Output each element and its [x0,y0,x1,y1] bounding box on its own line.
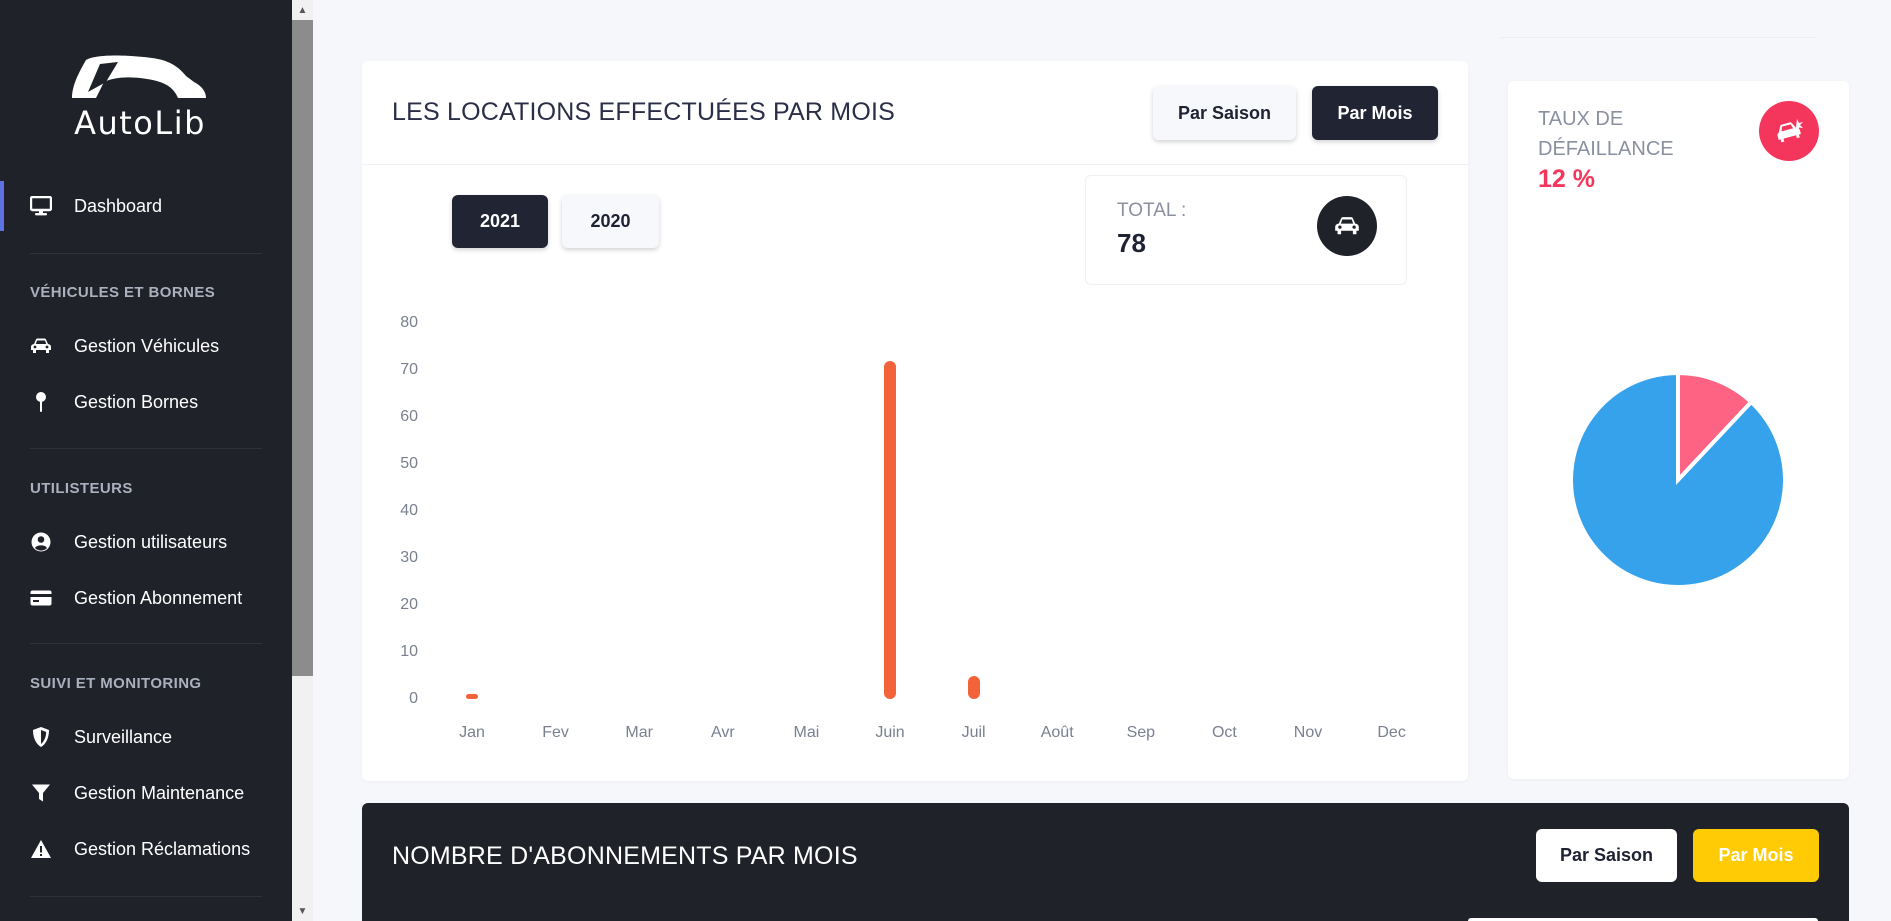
monitor-icon [28,193,54,219]
logo-text: AutoLib [74,104,206,142]
sidebar-item-dashboard[interactable]: Dashboard [0,181,292,231]
sidebar-item-gestion-reclamations[interactable]: Gestion Réclamations [0,824,292,874]
failure-rate-title-line1: TAUX DE [1538,108,1624,130]
x-tick-label: Sep [1126,724,1156,741]
failure-pie-chart [1569,370,1787,589]
x-tick-label: Jan [459,724,485,741]
y-tick-label: 40 [400,502,418,519]
x-tick-label: Avr [710,724,735,741]
x-tick-label: Juil [961,724,986,741]
scrollbar-thumb[interactable] [292,20,313,676]
divider [362,164,1468,165]
x-tick-label: Mar [625,724,653,741]
sidebar-item-gestion-maintenance[interactable]: Gestion Maintenance [0,768,292,818]
divider [30,253,262,254]
autolib-logo[interactable]: AutoLib [60,52,220,152]
pie-slice-ok[interactable] [1569,370,1787,589]
x-tick-label: Nov [1293,724,1323,741]
subs-par-saison-button[interactable]: Par Saison [1536,829,1677,882]
y-tick-label: 50 [400,455,418,472]
year-2021-button[interactable]: 2021 [452,195,548,248]
y-tick-label: 30 [400,549,418,566]
y-tick-label: 60 [400,408,418,425]
par-saison-button[interactable]: Par Saison [1153,86,1296,140]
par-mois-button[interactable]: Par Mois [1312,86,1438,140]
failure-rate-title-line2: DÉFAILLANCE [1538,138,1674,160]
sidebar-item-gestion-abonnement[interactable]: Gestion Abonnement [0,573,292,623]
subscriptions-card-title: NOMBRE D'ABONNEMENTS PAR MOIS [392,842,858,870]
section-title-monitoring: SUIVI ET MONITORING [30,675,202,692]
pin-icon [28,389,54,415]
total-label: TOTAL : [1117,200,1187,221]
sidebar-item-label: Gestion Véhicules [74,335,220,356]
car-icon [1317,196,1377,256]
failure-rate-title: TAUX DE DÉFAILLANCE [1538,104,1674,164]
total-value: 78 [1117,228,1146,258]
sidebar: AutoLib Dashboard VÉHICULES ET BORNES Ge… [0,0,292,921]
bar-jan[interactable] [466,694,478,699]
y-tick-label: 20 [400,596,418,613]
x-tick-label: Fev [542,724,569,741]
sidebar-item-label: Gestion Réclamations [74,838,251,859]
divider [30,448,262,449]
sidebar-item-label: Gestion Abonnement [74,587,243,608]
sidebar-item-gestion-vehicules[interactable]: Gestion Véhicules [0,321,292,371]
credit-card-icon [28,585,54,611]
y-tick-label: 80 [400,314,418,331]
sidebar-item-label: Gestion Maintenance [74,782,245,803]
bar-juil[interactable] [967,675,980,699]
filter-icon [28,780,54,806]
y-tick-label: 70 [400,361,418,378]
x-tick-label: Mai [793,724,820,741]
divider [30,643,262,644]
locations-card [362,61,1468,781]
locations-card-title: LES LOCATIONS EFFECTUÉES PAR MOIS [392,98,895,126]
x-tick-label: Oct [1211,724,1237,741]
x-tick-label: Juin [875,724,905,741]
failure-rate-value: 12 % [1538,165,1595,193]
divider [30,896,262,897]
sidebar-item-label: Dashboard [74,195,163,216]
scroll-up-icon[interactable]: ▲ [292,0,313,20]
section-title-vehicles: VÉHICULES ET BORNES [30,284,216,301]
car-crash-icon [1759,101,1819,161]
year-2020-button[interactable]: 2020 [562,195,659,248]
sidebar-item-label: Surveillance [74,726,173,747]
sidebar-item-surveillance[interactable]: Surveillance [0,712,292,762]
car-logo-icon [72,55,206,98]
sidebar-item-label: Gestion utilisateurs [74,531,228,552]
total-box: TOTAL : 78 [1085,175,1407,285]
y-tick-label: 10 [400,643,418,660]
subs-par-mois-button[interactable]: Par Mois [1693,829,1819,882]
shield-icon [28,724,54,750]
user-circle-icon [28,529,54,555]
car-icon [28,333,54,359]
y-tick-label: 0 [409,690,418,707]
bar-juin[interactable] [884,360,896,699]
sidebar-item-label: Gestion Bornes [74,391,199,412]
warning-icon [28,836,54,862]
sidebar-item-gestion-utilisateurs[interactable]: Gestion utilisateurs [0,517,292,567]
section-title-users: UTILISTEURS [30,480,133,497]
x-tick-label: Dec [1377,724,1406,741]
divider [1500,37,1816,38]
x-tick-label: Août [1040,724,1074,741]
sidebar-item-gestion-bornes[interactable]: Gestion Bornes [0,377,292,427]
scroll-down-icon[interactable]: ▼ [292,901,313,921]
